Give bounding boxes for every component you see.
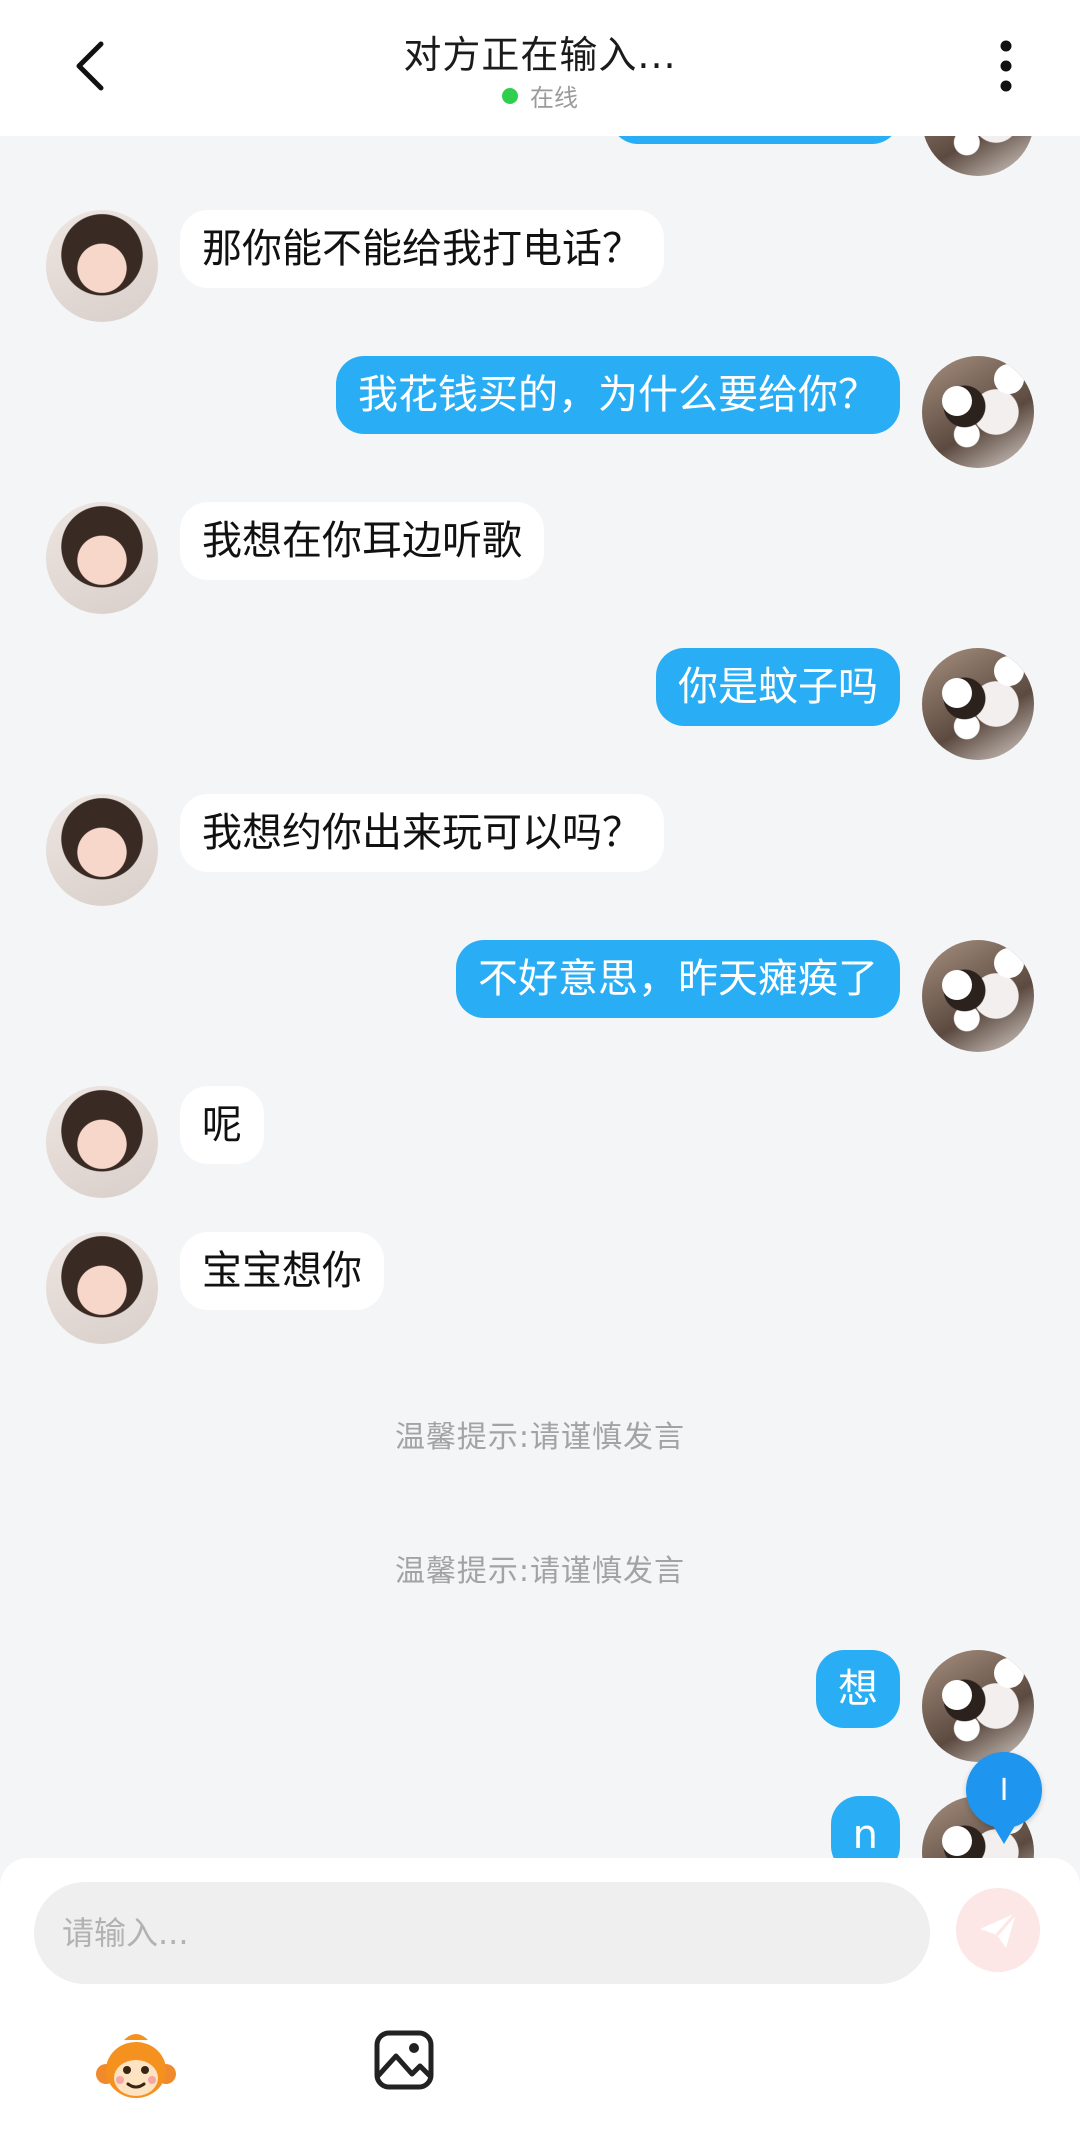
message-input[interactable]	[34, 1882, 930, 1984]
message-bubble-incoming[interactable]: 那你能不能给我打电话？	[180, 210, 664, 288]
message-bubble-outgoing[interactable]: 我花钱买的，为什么要给你？	[336, 356, 900, 434]
image-icon[interactable]	[372, 2028, 436, 2092]
monkey-emoji-icon[interactable]	[94, 2026, 178, 2110]
avatar-contact[interactable]	[46, 794, 158, 906]
message-bubble-incoming[interactable]: 我想约你出来玩可以吗？	[180, 794, 664, 872]
avatar-contact[interactable]	[46, 1086, 158, 1198]
system-hint: 温馨提示:请谨慎发言	[394, 1420, 686, 1455]
message-bubble-outgoing[interactable]: 想	[816, 1650, 900, 1728]
message-bubble-incoming[interactable]: 宝宝想你	[180, 1232, 384, 1310]
more-vertical-icon	[1000, 40, 1012, 92]
badge-label: I	[999, 1772, 1009, 1808]
message-bubble-outgoing[interactable]: 你是蚊子吗	[656, 648, 900, 726]
avatar-contact[interactable]	[46, 502, 158, 614]
composer-panel	[0, 1858, 1080, 2148]
avatar-self[interactable]	[922, 648, 1034, 760]
online-status: 在线	[0, 78, 1080, 113]
message-bubble-incoming[interactable]: 我想在你耳边听歌	[180, 502, 544, 580]
message-bubble-incoming[interactable]: 呢	[180, 1086, 264, 1164]
avatar-self[interactable]	[922, 1650, 1034, 1762]
more-button[interactable]	[976, 36, 1036, 96]
chat-screen: 那你能不能给我打电话？ 我花钱买的，为什么要给你？ 我想在你耳边听歌 你是蚊子吗…	[0, 0, 1080, 2148]
new-message-indicator[interactable]: I	[966, 1752, 1042, 1844]
message-bubble-outgoing[interactable]: 不好意思，昨天瘫痪了	[456, 940, 900, 1018]
avatar-self[interactable]	[922, 940, 1034, 1052]
avatar-contact[interactable]	[46, 210, 158, 322]
system-hint: 温馨提示:请谨慎发言	[394, 1554, 686, 1589]
avatar-self[interactable]	[922, 356, 1034, 468]
avatar-contact[interactable]	[46, 1232, 158, 1344]
page-title: 对方正在输入...	[403, 33, 677, 77]
send-button[interactable]	[956, 1888, 1040, 1972]
message-bubble-outgoing[interactable]: n	[830, 1796, 900, 1860]
status-text: 在线	[530, 84, 578, 112]
status-dot	[502, 87, 518, 104]
chat-header: 对方正在输入... 在线	[0, 0, 1080, 136]
message-list[interactable]: 那你能不能给我打电话？ 我花钱买的，为什么要给你？ 我想在你耳边听歌 你是蚊子吗…	[0, 0, 1080, 1860]
paper-plane-icon	[980, 1912, 1018, 1948]
